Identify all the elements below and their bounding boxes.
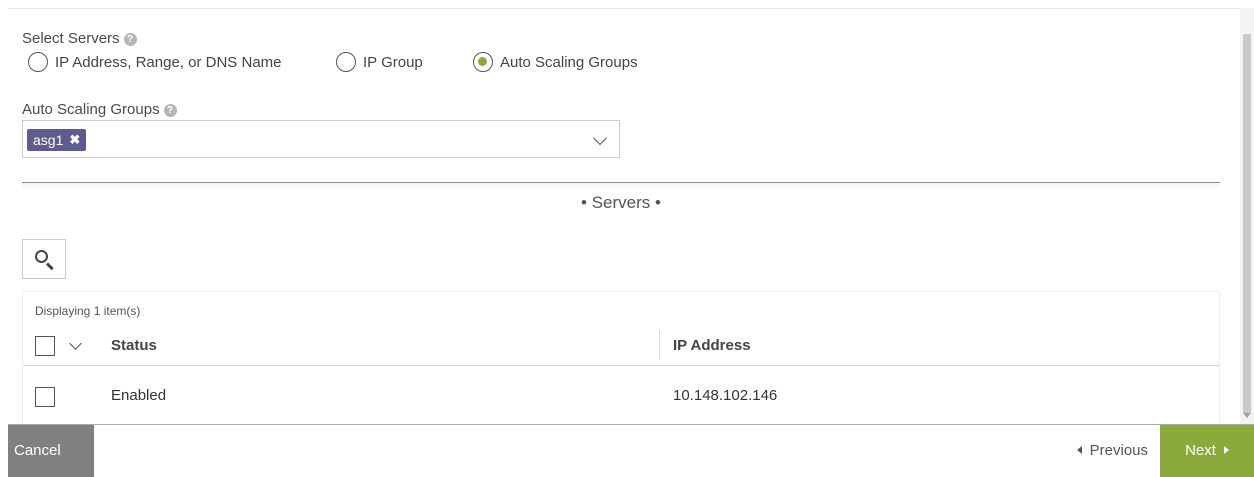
asg-tag: asg1 ✖: [27, 129, 87, 151]
search-button[interactable]: [22, 239, 66, 279]
asg-field-label-text: Auto Scaling Groups: [22, 101, 160, 118]
column-header-ip-address[interactable]: IP Address: [673, 337, 751, 354]
radio-auto-scaling-groups[interactable]: Auto Scaling Groups: [473, 52, 638, 72]
scrollbar-thumb[interactable]: [1243, 34, 1251, 414]
row-checkbox[interactable]: [35, 387, 55, 407]
tag-label: asg1: [33, 132, 64, 148]
section-title: • Servers •: [581, 193, 661, 212]
search-icon: [35, 250, 48, 263]
radio-label: Auto Scaling Groups: [500, 53, 638, 71]
vertical-scrollbar[interactable]: [1240, 8, 1254, 424]
radio-circle-selected[interactable]: [473, 52, 493, 72]
cell-ip-address: 10.148.102.146: [673, 387, 778, 404]
chevron-down-icon[interactable]: [69, 337, 82, 350]
previous-button[interactable]: Previous: [1076, 425, 1148, 477]
wizard-footer: Cancel Previous Next: [8, 424, 1254, 477]
select-servers-label-text: Select Servers: [22, 30, 120, 47]
radio-ip-address[interactable]: IP Address, Range, or DNS Name: [28, 52, 282, 72]
asg-field-label: Auto Scaling Groups?: [22, 101, 177, 118]
column-header-status[interactable]: Status: [111, 337, 157, 354]
chevron-down-icon[interactable]: [592, 130, 608, 146]
help-icon[interactable]: ?: [123, 33, 137, 46]
previous-label: Previous: [1089, 442, 1148, 459]
radio-label: IP Group: [363, 53, 423, 71]
top-border: [8, 8, 1240, 9]
radio-label: IP Address, Range, or DNS Name: [55, 53, 282, 71]
item-count: Displaying 1 item(s): [35, 304, 141, 318]
radio-circle[interactable]: [28, 52, 48, 72]
radio-ip-group[interactable]: IP Group: [336, 52, 423, 72]
asg-multiselect[interactable]: asg1 ✖: [22, 120, 620, 158]
grid-header-row: Status IP Address: [23, 327, 1219, 366]
table-row[interactable]: Enabled 10.148.102.146: [23, 374, 1219, 424]
remove-tag-icon[interactable]: ✖: [69, 129, 80, 151]
caret-left-icon: [1076, 446, 1082, 454]
search-icon-handle: [45, 262, 54, 271]
next-label: Next: [1185, 442, 1216, 459]
scroll-down-icon[interactable]: [1243, 413, 1251, 418]
select-all-checkbox[interactable]: [35, 336, 55, 356]
cancel-button[interactable]: Cancel: [8, 425, 94, 477]
column-divider[interactable]: [659, 330, 660, 360]
cell-status: Enabled: [111, 387, 167, 404]
caret-right-icon: [1223, 446, 1229, 454]
radio-circle[interactable]: [336, 52, 356, 72]
help-icon[interactable]: ?: [163, 104, 177, 117]
select-servers-label: Select Servers?: [22, 30, 137, 47]
next-button[interactable]: Next: [1160, 425, 1254, 477]
servers-grid: Displaying 1 item(s) Status IP Address E…: [22, 291, 1220, 424]
